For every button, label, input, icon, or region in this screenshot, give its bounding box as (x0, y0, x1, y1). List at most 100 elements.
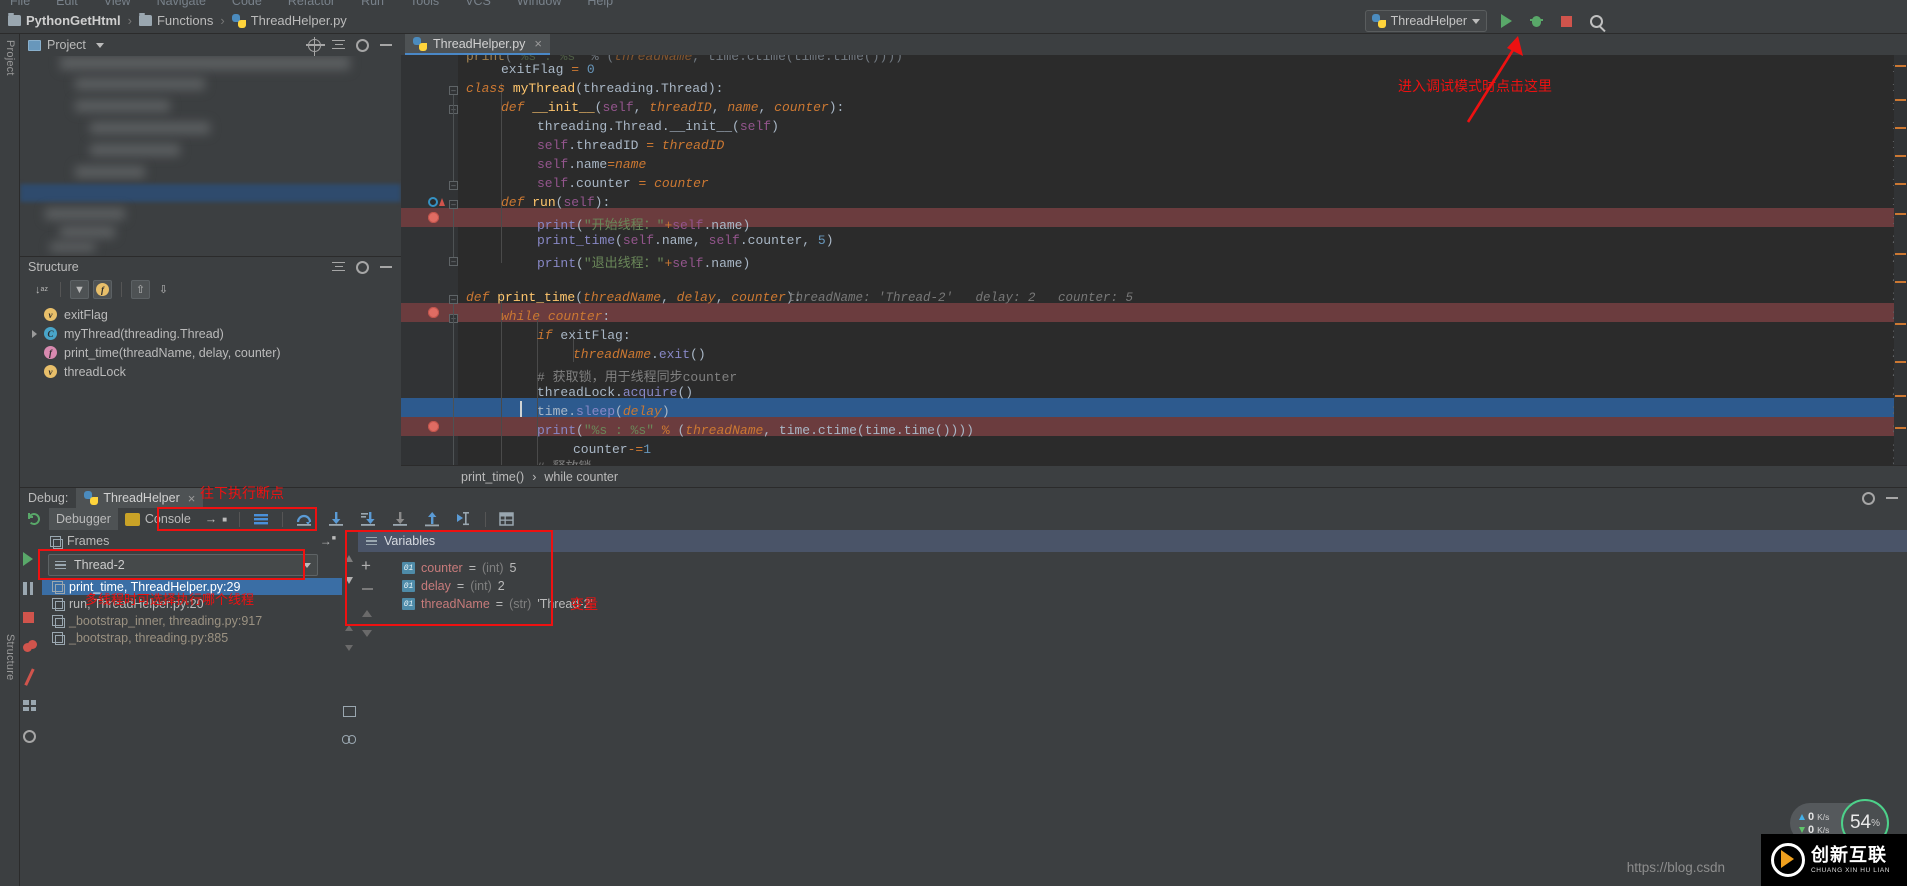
menu-item-navigate[interactable]: Navigate (157, 0, 206, 8)
settings-gear-icon[interactable] (356, 39, 369, 52)
project-panel-header: Project (20, 34, 401, 56)
structure-item-print-time[interactable]: f print_time(threadName, delay, counter) (20, 343, 401, 362)
run-button[interactable] (1493, 10, 1519, 32)
close-icon[interactable]: × (534, 36, 542, 51)
stop-button[interactable] (1553, 10, 1579, 32)
breakpoint-marker-line-24[interactable] (428, 307, 439, 318)
stop-square-icon (1561, 16, 1572, 27)
menu-item-view[interactable]: View (104, 0, 131, 8)
breadcrumb-file[interactable]: ThreadHelper.py (232, 13, 347, 28)
show-inherited-icon[interactable]: ▼ (70, 280, 89, 299)
frames-settings[interactable]: →■ (300, 530, 342, 552)
frames-title: Frames (67, 534, 109, 548)
minimize-icon[interactable] (1886, 497, 1898, 499)
fold-marker-line-12[interactable]: – (449, 86, 458, 95)
menu-item-refactor[interactable]: Refactor (288, 0, 335, 8)
code-text-area[interactable]: exitFlag = 0 class myThread(threading.Th… (458, 55, 1907, 465)
force-step-into-icon[interactable] (352, 508, 384, 530)
variable-row[interactable]: 01 delay = (int) 2 (358, 577, 1907, 595)
breakpoint-marker-line-19[interactable] (428, 212, 439, 223)
breadcrumb-statement[interactable]: while counter (544, 470, 618, 484)
logo-mark-icon (1771, 843, 1805, 877)
sidebar-item-structure[interactable]: Structure (4, 634, 16, 680)
upload-speed-row: 0 K/s (1799, 811, 1829, 823)
code-editor[interactable]: print("%s : %s" % (threadName, time.ctim… (401, 55, 1907, 465)
minimize-icon[interactable] (380, 266, 392, 268)
download-speed-unit: K/s (1817, 825, 1829, 835)
breadcrumb-folder[interactable]: Functions (139, 13, 213, 28)
python-config-icon (1372, 14, 1386, 28)
step-out-icon[interactable] (416, 508, 448, 530)
breadcrumb-file-label: ThreadHelper.py (251, 13, 347, 28)
structure-tree[interactable]: v exitFlag C myThread(threading.Thread) … (20, 302, 401, 480)
menu-item-help[interactable]: Help (587, 0, 613, 8)
restore-layout-icon[interactable]: →■ (320, 534, 336, 548)
sidebar-item-project[interactable]: Project (4, 40, 16, 76)
expand-all-icon[interactable]: ⇧ (131, 280, 150, 299)
menu-item-window[interactable]: Window (517, 0, 561, 8)
breadcrumb-project[interactable]: PythonGetHtml (8, 13, 121, 28)
step-into-icon[interactable] (320, 508, 352, 530)
fold-marker-line-18[interactable]: – (449, 200, 458, 209)
tab-threadhelper-py[interactable]: ThreadHelper.py × (405, 34, 550, 55)
settings-gear-icon[interactable] (356, 261, 369, 274)
upload-speed-unit: K/s (1817, 812, 1829, 822)
frame-item[interactable]: _bootstrap, threading.py:885 (42, 629, 342, 646)
tab-debugger[interactable]: Debugger (49, 508, 118, 530)
structure-item-mythread[interactable]: C myThread(threading.Thread) (20, 324, 401, 343)
fold-marker-line-17[interactable]: – (449, 181, 458, 190)
collapse-all-icon[interactable] (332, 261, 345, 274)
breakpoint-marker-line-30[interactable] (428, 421, 439, 432)
project-tree[interactable] (20, 56, 401, 256)
settings-gear-icon[interactable] (1862, 492, 1875, 505)
frame-label: _bootstrap, threading.py:885 (69, 631, 228, 645)
close-icon[interactable]: × (188, 491, 196, 506)
structure-item-threadlock[interactable]: v threadLock (20, 362, 401, 381)
variable-row[interactable]: 01 counter = (int) 5 (358, 559, 1907, 577)
layout-icon[interactable] (23, 700, 36, 711)
chevron-down-icon[interactable] (96, 43, 104, 48)
structure-toolbar[interactable]: ↓az ▼ f ⇧ ⇩ (20, 277, 401, 302)
code-line-31: counter-=1 (573, 442, 651, 457)
menu-item-tools[interactable]: Tools (410, 0, 439, 8)
evaluate-expression-icon[interactable] (491, 508, 523, 530)
step-into-my-code-icon[interactable] (384, 508, 416, 530)
fold-marker-line-23[interactable]: – (449, 295, 458, 304)
fold-marker-line-21[interactable]: – (449, 257, 458, 266)
resume-program-icon[interactable] (23, 552, 33, 566)
collapse-all-icon[interactable]: ⇩ (154, 280, 173, 299)
show-fields-icon[interactable]: f (93, 280, 112, 299)
menu-item-file[interactable]: File (10, 0, 30, 8)
rerun-icon[interactable] (24, 508, 49, 530)
menu-item-vcs[interactable]: VCS (465, 0, 491, 8)
run-gutter-icon-line-18[interactable] (428, 197, 445, 207)
minimize-icon[interactable] (380, 44, 392, 46)
breadcrumb-function[interactable]: print_time() (461, 470, 524, 484)
editor-marker-bar[interactable] (1894, 55, 1907, 465)
collapse-all-icon[interactable] (332, 39, 345, 52)
annotation-variables-text: 变量 (570, 594, 598, 614)
debug-button[interactable] (1523, 10, 1549, 32)
stop-icon[interactable] (23, 612, 34, 623)
run-to-cursor-icon[interactable] (448, 508, 480, 530)
structure-item-exitflag[interactable]: v exitFlag (20, 305, 401, 324)
menu-item-edit[interactable]: Edit (56, 0, 78, 8)
expand-triangle-icon[interactable] (32, 330, 37, 338)
menu-item-code[interactable]: Code (232, 0, 262, 8)
frame-item[interactable]: _bootstrap_inner, threading.py:917 (42, 612, 342, 629)
link-icon[interactable] (342, 735, 358, 744)
scroll-down-icon[interactable] (345, 645, 353, 651)
debug-session-tab[interactable]: ThreadHelper × (76, 488, 203, 509)
annotation-step-breakpoint-text: 往下执行断点 (200, 483, 284, 503)
debug-side-actions[interactable] (20, 530, 42, 886)
locate-target-icon[interactable] (308, 39, 321, 52)
code-line-13: def __init__(self, threadID, name, count… (501, 100, 844, 115)
sort-alphabetically-icon[interactable]: ↓az (32, 280, 51, 299)
move-down-icon[interactable] (362, 630, 372, 637)
settings-gear-icon[interactable] (23, 730, 36, 743)
menu-bar[interactable]: File Edit View Navigate Code Refactor Ru… (0, 0, 1907, 8)
run-configuration-selector[interactable]: ThreadHelper (1365, 10, 1487, 32)
copy-icon[interactable] (343, 706, 356, 717)
search-everywhere-button[interactable] (1583, 10, 1609, 32)
menu-item-run[interactable]: Run (361, 0, 384, 8)
